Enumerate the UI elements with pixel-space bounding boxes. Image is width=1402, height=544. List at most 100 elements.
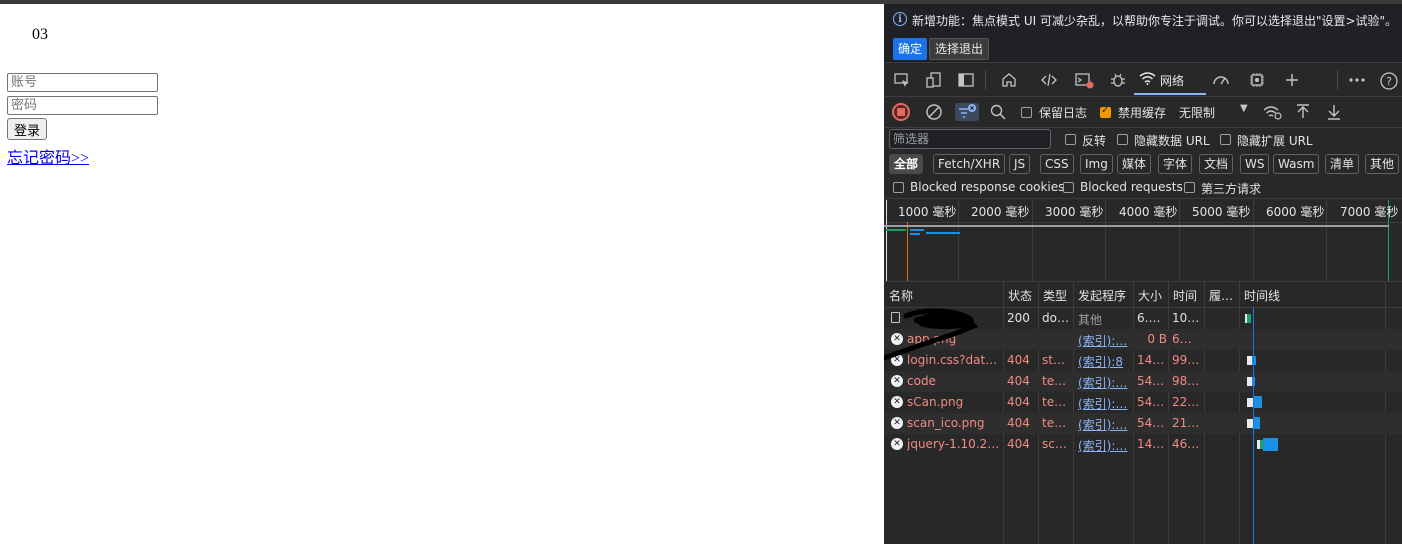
blocked-requests-label: Blocked requests [1080,180,1183,194]
request-size: 14… [1137,353,1165,367]
request-initiator[interactable]: (索引):… [1078,437,1132,454]
login-button[interactable]: 登录 [7,118,48,140]
third-party-checkbox[interactable] [1184,182,1195,193]
request-row[interactable]: ✕ jquery-1.10.2.… 404 sc… (索引):… 14… 46… [884,434,1402,455]
type-filter-css[interactable]: CSS [1040,154,1074,174]
type-filter-wasm[interactable]: Wasm [1273,154,1320,174]
disable-cache-label: 禁用缓存 [1118,106,1167,120]
confirm-button[interactable]: 确定 [893,38,928,60]
hide-data-url-checkbox[interactable] [1117,134,1128,145]
type-filter-doc[interactable]: 文档 [1199,154,1234,174]
filter-input[interactable] [889,129,1051,149]
opt-out-button[interactable]: 选择退出 [929,38,990,60]
error-icon: ✕ [891,417,903,429]
performance-gauge-icon[interactable] [1211,71,1231,89]
request-initiator[interactable]: (索引):… [1078,395,1132,412]
request-type: te… [1042,395,1067,409]
request-time: 22… [1172,395,1200,409]
request-initiator[interactable]: (索引):… [1078,374,1132,391]
devtools-main-toolbar: 网络 ? [884,64,1402,97]
request-type: te… [1042,374,1067,388]
console-icon[interactable] [1074,71,1094,89]
request-time: 98… [1172,374,1200,388]
request-row[interactable]: ✕ code 404 te… (索引):… 54… 98… [884,371,1402,392]
column-type[interactable]: 类型 [1043,287,1067,304]
toolbar-divider [1337,70,1338,90]
request-time: 46… [1172,437,1200,451]
type-filter-media[interactable]: 媒体 [1117,154,1152,174]
type-filter-img[interactable]: Img [1080,154,1113,174]
blocked-cookies-checkbox[interactable] [893,182,904,193]
request-type: do… [1042,311,1069,325]
network-overview[interactable]: 1000 毫秒 2000 毫秒 3000 毫秒 4000 毫秒 5000 毫秒 … [884,200,1402,282]
waterfall-time-marker [1253,307,1254,544]
request-time: 10… [1172,311,1200,325]
request-initiator[interactable]: (索引):… [1078,332,1132,349]
help-icon[interactable]: ? [1379,71,1399,90]
type-filter-all[interactable]: 全部 [889,154,924,174]
preserve-log-checkbox[interactable] [1021,107,1032,118]
disable-cache-checkbox[interactable] [1100,105,1111,118]
type-filter-font[interactable]: 字体 [1158,154,1193,174]
add-tool-icon[interactable] [1282,71,1302,89]
preserve-log-label: 保留日志 [1039,106,1088,120]
request-status: 404 [1007,416,1030,430]
third-party-label: 第三方请求 [1201,182,1262,196]
filter-icon[interactable] [955,103,979,121]
overview-gridline [958,200,959,281]
network-conditions-icon[interactable] [1262,103,1284,121]
inspect-element-icon[interactable] [892,71,912,89]
overview-tick: 6000 毫秒 [1266,205,1325,219]
toolbar-divider [985,70,986,90]
filter-row: 反转 隐藏数据 URL 隐藏扩展 URL [884,128,1402,151]
forgot-password-link[interactable]: 忘记密码>> [7,144,89,168]
type-filter-manifest[interactable]: 清单 [1325,154,1360,174]
import-har-icon[interactable] [1294,103,1312,121]
hide-ext-url-checkbox[interactable] [1220,134,1231,145]
error-icon: ✕ [891,396,903,408]
waterfall-bar [1263,438,1278,451]
tab-network-label: 网络 [1160,74,1185,88]
throttle-select[interactable]: 无限制 [1179,104,1215,121]
column-time[interactable]: 时间 [1173,287,1197,304]
device-toolbar-icon[interactable] [924,71,944,89]
type-filter-fetch[interactable]: Fetch/XHR [933,154,1006,174]
notice-text: 新增功能：焦点模式 UI 可减少杂乱，以帮助你专注于调试。你可以选择退出"设置>… [912,14,1398,28]
column-waterfall[interactable]: 时间线 [1244,287,1280,304]
sidebar-toggle-icon[interactable] [956,71,976,89]
column-status[interactable]: 状态 [1008,287,1032,304]
tab-network[interactable]: 网络 [1134,64,1206,95]
home-icon[interactable] [999,71,1019,89]
type-filter-ws[interactable]: WS [1240,154,1270,174]
column-size[interactable]: 大小 [1138,287,1162,304]
blocked-cookies-label: Blocked response cookies [910,180,1065,194]
overview-gridline [1179,200,1180,281]
overview-bar [926,232,960,234]
password-input[interactable] [7,96,158,115]
request-row[interactable]: ✕ scan_ico.png 404 te… (索引):… 54… 21… [884,413,1402,434]
search-icon[interactable] [989,103,1007,121]
request-type: te… [1042,416,1067,430]
stop-recording-icon[interactable] [892,103,910,121]
request-initiator[interactable]: (索引):8 [1078,353,1132,370]
memory-chip-icon[interactable] [1247,71,1267,89]
column-fulfilled[interactable]: 履… [1209,287,1233,304]
request-initiator[interactable]: (索引):… [1078,416,1132,433]
type-filter-js[interactable]: JS [1009,154,1031,174]
request-row[interactable]: ✕ sCan.png 404 te… (索引):… 54… 22… [884,392,1402,413]
column-initiator[interactable]: 发起程序 [1078,287,1126,304]
clear-icon[interactable] [925,103,943,121]
export-har-icon[interactable] [1325,103,1343,121]
request-name: jquery-1.10.2.… [907,437,1001,451]
blocked-requests-checkbox[interactable] [1063,182,1074,193]
network-toolbar: 保留日志 禁用缓存 无限制 ▼ [884,97,1402,128]
username-input[interactable] [7,73,158,92]
bug-icon[interactable] [1108,71,1128,89]
column-name[interactable]: 名称 [889,287,913,304]
more-options-icon[interactable] [1347,71,1367,89]
invert-checkbox[interactable] [1065,134,1076,145]
elements-code-icon[interactable] [1039,71,1059,89]
type-filter-other[interactable]: 其他 [1365,154,1400,174]
overview-tick: 1000 毫秒 [898,205,957,219]
throttle-dropdown-icon[interactable]: ▼ [1240,103,1248,114]
